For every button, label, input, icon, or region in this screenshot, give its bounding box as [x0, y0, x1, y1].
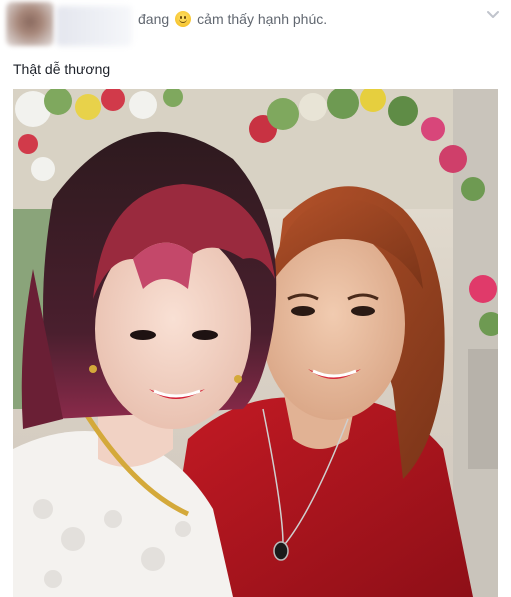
feed-post: đang cảm thấy hạnh phúc. Thật dễ thương: [0, 0, 511, 597]
post-header: đang cảm thấy hạnh phúc.: [0, 0, 511, 52]
chevron-down-icon: [487, 11, 499, 18]
selfie-photo-illustration: [13, 89, 498, 597]
smiling-face-icon: [175, 11, 192, 27]
avatar[interactable]: [6, 2, 54, 46]
status-verb: đang: [138, 11, 170, 27]
feeling-status: đang cảm thấy hạnh phúc.: [138, 10, 327, 28]
post-photo[interactable]: [13, 89, 498, 597]
post-caption: Thật dễ thương: [13, 61, 111, 77]
feeling-text[interactable]: cảm thấy hạnh phúc.: [197, 10, 327, 28]
author-name-redacted[interactable]: [56, 6, 132, 46]
post-options-button[interactable]: [484, 8, 502, 22]
